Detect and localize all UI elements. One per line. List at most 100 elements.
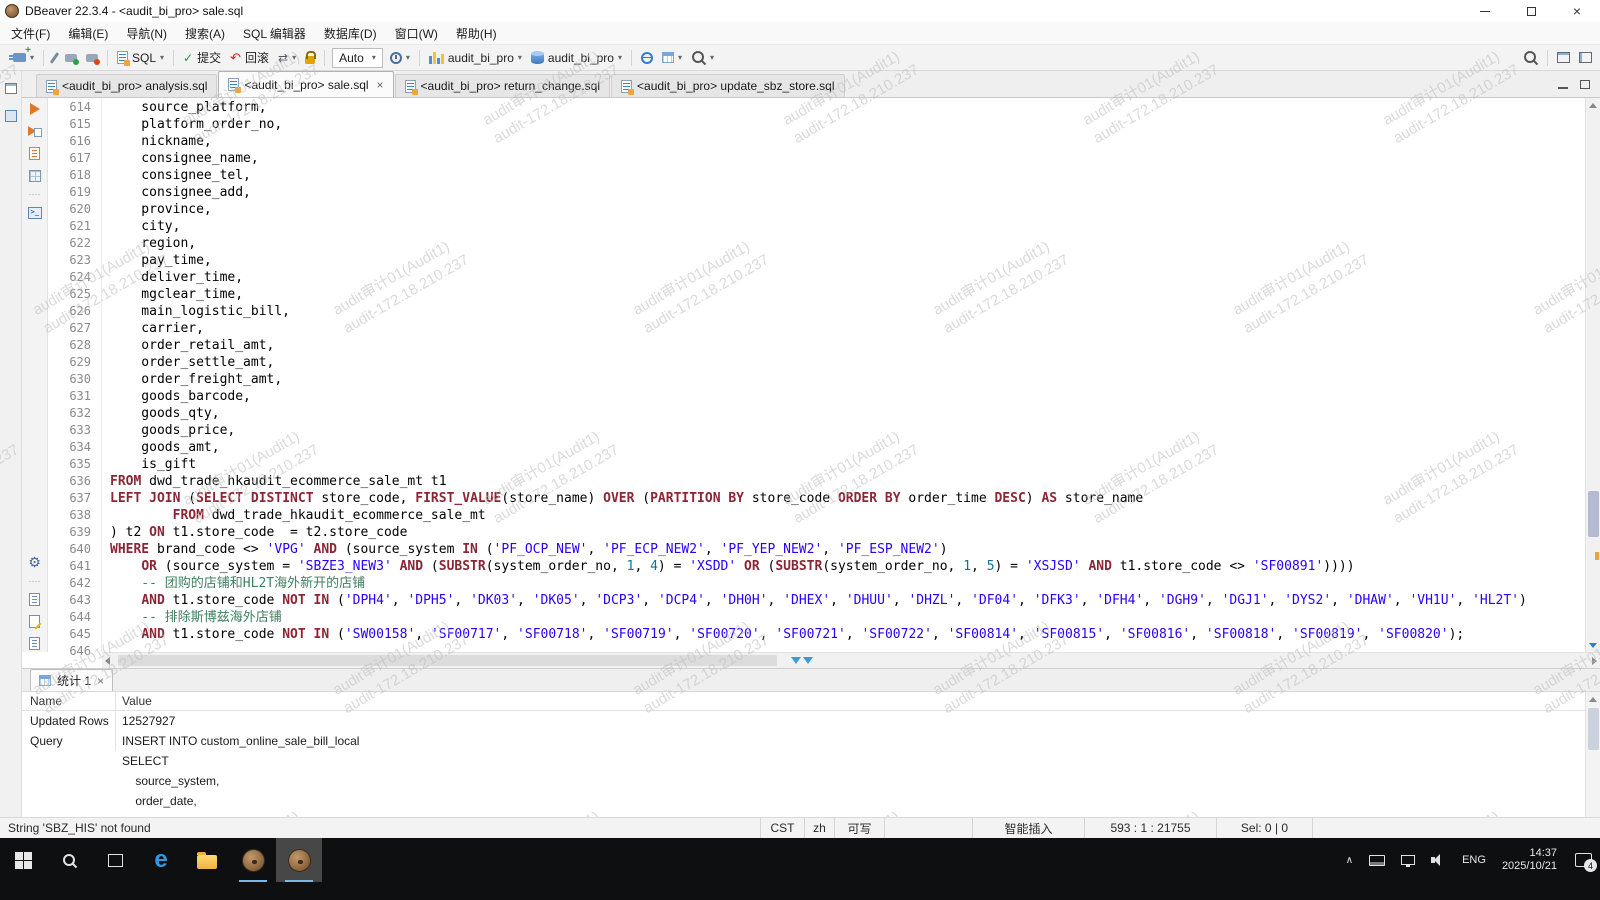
settings-gear-icon[interactable] bbox=[28, 555, 41, 570]
code-token: ) bbox=[1519, 593, 1527, 608]
stats-row[interactable]: Updated Rows12527927 bbox=[22, 711, 1585, 731]
code-line: FROM dwd_trade_hkaudit_ecommerce_sale_mt… bbox=[110, 473, 1585, 490]
menu-item[interactable]: 搜索(A) bbox=[176, 22, 234, 44]
language-button[interactable]: ENG bbox=[1454, 838, 1494, 882]
editor-tab[interactable]: <audit_bi_pro> return_change.sql bbox=[395, 74, 610, 97]
sql-editor: ···· ···· 614615616617618619620621622623… bbox=[22, 98, 1600, 652]
code-token: 'DCP4' bbox=[658, 593, 705, 608]
execute-script-icon[interactable] bbox=[29, 147, 40, 160]
editor-tab[interactable]: <audit_bi_pro> update_sbz_store.sql bbox=[611, 74, 844, 97]
network-button[interactable] bbox=[1393, 838, 1423, 882]
line-number: 639 bbox=[48, 524, 91, 541]
line-number: 614 bbox=[48, 99, 91, 116]
stats-scrollbar[interactable] bbox=[1585, 692, 1600, 817]
code-token: consignee_tel, bbox=[110, 168, 251, 183]
search-dropdown-button[interactable]: ▾ bbox=[687, 47, 718, 69]
vertical-scroll-thumb[interactable] bbox=[1588, 491, 1599, 537]
web-button[interactable] bbox=[637, 47, 657, 69]
execute-new-tab-icon[interactable] bbox=[28, 125, 42, 137]
scroll-down-arrow-icon[interactable] bbox=[1586, 638, 1600, 652]
menu-item[interactable]: 文件(F) bbox=[2, 22, 59, 44]
output-doc-icon[interactable] bbox=[29, 593, 40, 606]
minimized-db-navigator-icon[interactable] bbox=[5, 110, 17, 122]
sql-editor-icon bbox=[117, 51, 128, 64]
volume-button[interactable] bbox=[1423, 838, 1454, 882]
lock-button[interactable] bbox=[301, 47, 319, 69]
minimize-button[interactable] bbox=[1462, 0, 1508, 22]
editor-horizontal-scrollbar[interactable] bbox=[102, 652, 1600, 668]
code-token: is_gift bbox=[110, 457, 196, 472]
disconnect-button[interactable] bbox=[82, 47, 102, 69]
tab-statistics[interactable]: 统计 1 × bbox=[30, 669, 113, 691]
file-explorer-button[interactable] bbox=[184, 838, 230, 882]
new-connection-button[interactable]: ▾ bbox=[4, 47, 38, 69]
dbeaver-taskbar-button-2[interactable] bbox=[276, 838, 322, 882]
line-number-gutter[interactable]: 6146156166176186196206216226236246256266… bbox=[48, 98, 102, 652]
code-area[interactable]: source_platform, platform_order_no, nick… bbox=[102, 98, 1585, 652]
taskbar-clock[interactable]: 14:37 2025/10/21 bbox=[1494, 838, 1567, 882]
rollback-button[interactable]: ↶回滚 bbox=[226, 47, 273, 69]
stats-scroll-up-icon[interactable] bbox=[1586, 692, 1600, 706]
schema-selector[interactable]: audit_bi_pro▾ bbox=[527, 47, 626, 69]
start-button[interactable] bbox=[0, 838, 46, 882]
code-token: city, bbox=[110, 219, 180, 234]
minimize-panel-icon[interactable] bbox=[1558, 87, 1568, 89]
explain-plan-icon[interactable] bbox=[29, 170, 41, 182]
dropdown-caret-icon: ▾ bbox=[518, 54, 522, 62]
menu-item[interactable]: 导航(N) bbox=[117, 22, 176, 44]
menu-item[interactable]: SQL 编辑器 bbox=[234, 22, 315, 44]
tray-expand-button[interactable]: ∧ bbox=[1338, 838, 1361, 882]
editor-vertical-scrollbar[interactable] bbox=[1585, 98, 1600, 652]
code-token: , bbox=[705, 593, 721, 608]
auto-refresh-combo[interactable]: Auto▾ bbox=[332, 48, 383, 68]
database-selector[interactable]: audit_bi_pro▾ bbox=[425, 47, 526, 69]
status-segment: CST bbox=[760, 818, 804, 838]
code-token: mgclear_time, bbox=[110, 287, 243, 302]
stats-scroll-thumb[interactable] bbox=[1588, 708, 1599, 750]
scroll-right-arrow-icon[interactable] bbox=[1592, 657, 1597, 665]
quick-search-button[interactable] bbox=[1519, 47, 1542, 69]
sql-file-icon bbox=[46, 80, 57, 93]
sql-terminal-icon[interactable] bbox=[28, 207, 42, 219]
code-token bbox=[110, 627, 141, 642]
editor-tab[interactable]: <audit_bi_pro> analysis.sql bbox=[36, 74, 217, 97]
refresh-timer-button[interactable]: ▾ bbox=[386, 47, 414, 69]
tab-close-icon[interactable]: × bbox=[377, 79, 384, 91]
horizontal-scroll-thumb[interactable] bbox=[118, 655, 777, 666]
commit-button[interactable]: ✓提交 bbox=[179, 47, 225, 69]
transaction-mode-button[interactable]: ⇄▾ bbox=[274, 47, 300, 69]
scroll-left-arrow-icon[interactable] bbox=[105, 657, 110, 665]
menu-item[interactable]: 帮助(H) bbox=[447, 22, 506, 44]
stats-row[interactable]: QueryINSERT INTO custom_online_sale_bill… bbox=[22, 731, 1585, 811]
task-view-button[interactable] bbox=[92, 838, 138, 882]
dbeaver-taskbar-button-1[interactable] bbox=[230, 838, 276, 882]
maximize-button[interactable] bbox=[1508, 0, 1554, 22]
menu-item[interactable]: 数据库(D) bbox=[315, 22, 386, 44]
menu-item[interactable]: 编辑(E) bbox=[59, 22, 117, 44]
export-button[interactable]: ▾ bbox=[658, 47, 686, 69]
window-layout-button[interactable] bbox=[1575, 47, 1596, 69]
edit-doc-icon[interactable] bbox=[29, 615, 40, 628]
log-doc-icon[interactable] bbox=[29, 637, 40, 650]
menu-item[interactable]: 窗口(W) bbox=[386, 22, 447, 44]
sql-editor-button[interactable]: SQL▾ bbox=[113, 47, 168, 69]
open-perspective-button[interactable] bbox=[1553, 47, 1574, 69]
execute-sql-icon[interactable] bbox=[30, 103, 40, 115]
edge-button[interactable]: e bbox=[138, 838, 184, 882]
taskbar-search-button[interactable] bbox=[46, 838, 92, 882]
connect-button[interactable] bbox=[49, 47, 60, 69]
reconnect-button[interactable] bbox=[61, 47, 81, 69]
maximize-panel-icon[interactable] bbox=[1580, 80, 1590, 89]
close-statistics-tab-icon[interactable]: × bbox=[97, 675, 104, 687]
action-center-button[interactable]: 4 bbox=[1567, 838, 1600, 882]
close-button[interactable]: × bbox=[1554, 0, 1600, 22]
scroll-up-arrow-icon[interactable] bbox=[1586, 98, 1600, 112]
code-token: ORDER BY bbox=[838, 491, 901, 506]
menubar: 文件(F)编辑(E)导航(N)搜索(A)SQL 编辑器数据库(D)窗口(W)帮助… bbox=[0, 22, 1600, 44]
editor-tab[interactable]: <audit_bi_pro> sale.sql× bbox=[218, 71, 393, 97]
code-line: nickname, bbox=[110, 133, 1585, 150]
code-token: , bbox=[830, 593, 846, 608]
touch-keyboard-button[interactable] bbox=[1361, 838, 1393, 882]
editor-tab-label: <audit_bi_pro> analysis.sql bbox=[62, 79, 207, 93]
restore-view-icon[interactable] bbox=[5, 83, 17, 94]
